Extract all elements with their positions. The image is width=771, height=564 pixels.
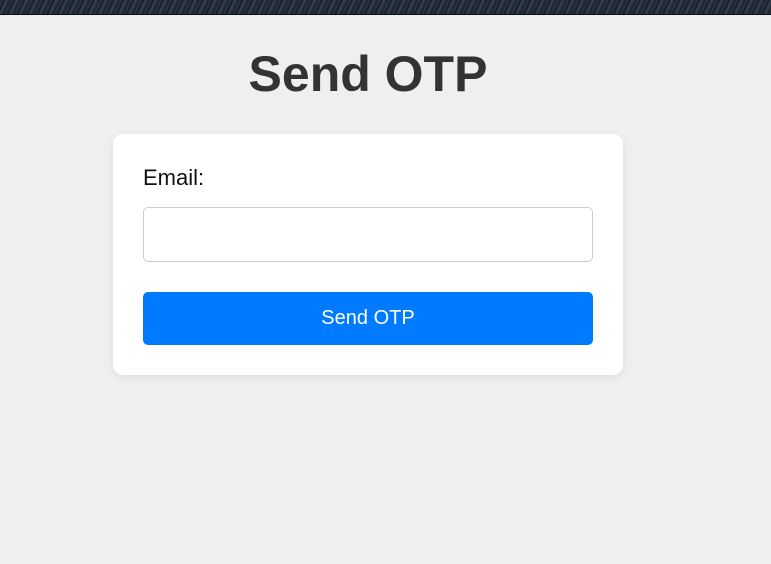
otp-form-card: Email: Send OTP xyxy=(113,134,623,375)
top-banner-image xyxy=(0,0,771,15)
send-otp-button[interactable]: Send OTP xyxy=(143,292,593,345)
email-input[interactable] xyxy=(143,207,593,262)
email-label: Email: xyxy=(143,165,205,190)
page-title: Send OTP xyxy=(248,46,488,102)
